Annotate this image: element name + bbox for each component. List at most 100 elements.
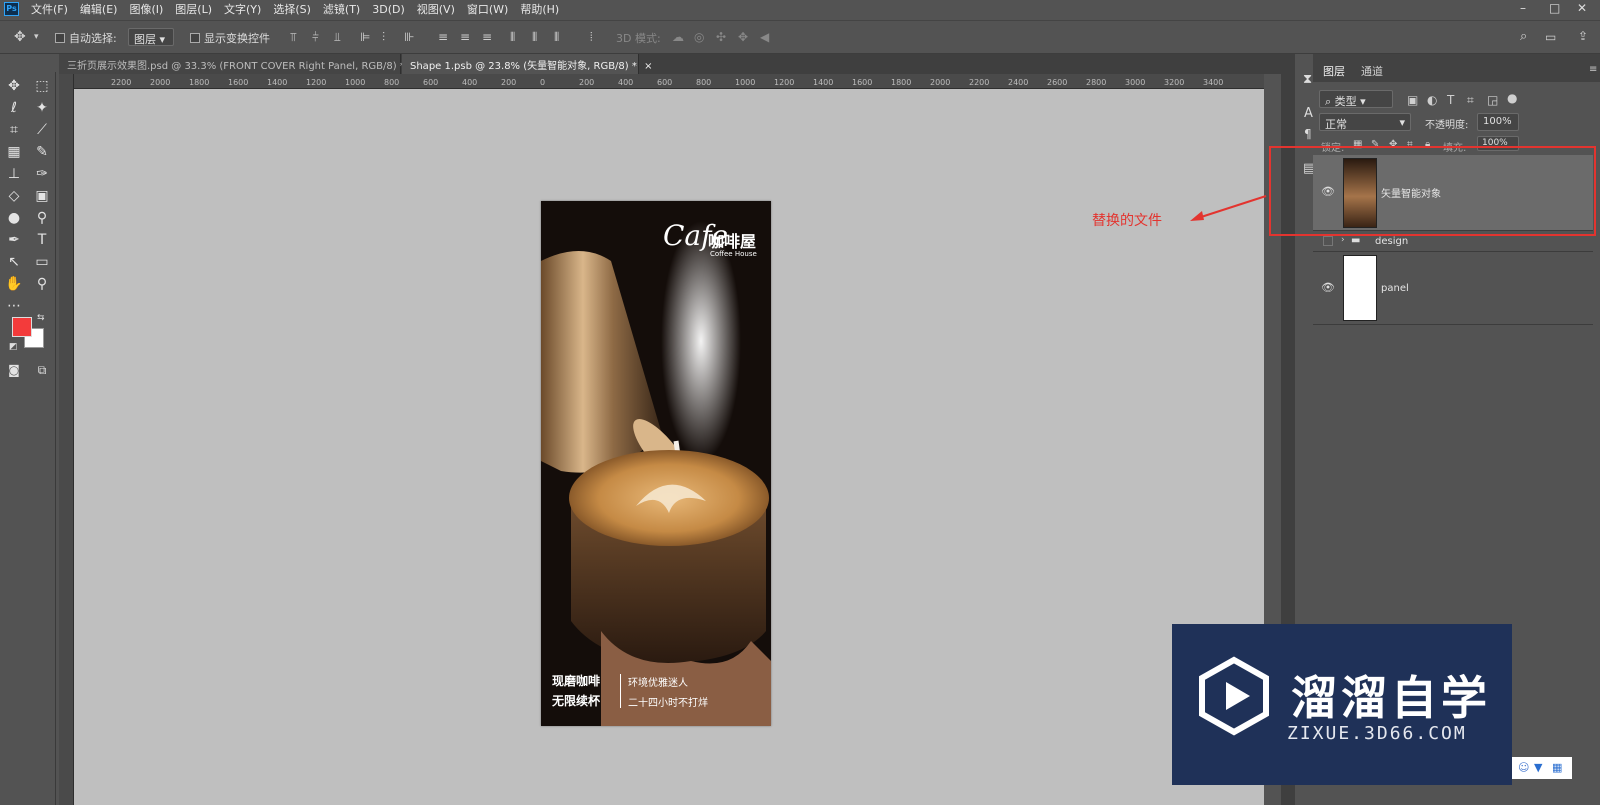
- expand-chevron-icon[interactable]: ›: [1341, 235, 1345, 245]
- history-brush-icon[interactable]: ✑: [30, 164, 54, 184]
- panel-menu-icon[interactable]: ≡: [1589, 64, 1597, 75]
- maximize-button[interactable]: □: [1549, 1, 1560, 15]
- shirt-icon[interactable]: ▼: [1534, 761, 1542, 774]
- filter-toggle-icon[interactable]: ●: [1507, 91, 1517, 105]
- default-colors-icon[interactable]: ◩: [9, 342, 18, 352]
- layer-filter-dropdown[interactable]: ⌕ 类型 ▾: [1319, 90, 1393, 108]
- tab-layers[interactable]: 图层: [1323, 63, 1345, 79]
- auto-select-checkbox[interactable]: 自动选择:: [55, 30, 117, 46]
- filter-type-icon[interactable]: T: [1447, 93, 1454, 107]
- tab-channels[interactable]: 通道: [1361, 63, 1383, 79]
- distribute-hcenter-icon[interactable]: ⦀: [532, 30, 537, 44]
- layer-row-panel[interactable]: 👁︎ panel: [1313, 253, 1593, 325]
- tab-shape-psb[interactable]: Shape 1.psb @ 23.8% (矢量智能对象, RGB/8) * ×: [402, 54, 652, 74]
- menu-view[interactable]: 视图(V): [411, 1, 461, 17]
- chevron-down-icon[interactable]: ▾: [34, 30, 39, 44]
- menu-3d[interactable]: 3D(D): [366, 3, 411, 16]
- stamp-tool-icon[interactable]: ⊥: [2, 164, 26, 184]
- eraser-tool-icon[interactable]: ◇: [2, 186, 26, 206]
- user-icon[interactable]: ☺: [1518, 761, 1529, 774]
- move-tool-icon[interactable]: ✥: [14, 30, 26, 44]
- filter-adjustment-icon[interactable]: ◐: [1427, 93, 1437, 107]
- share-icon[interactable]: ⇪: [1578, 29, 1588, 43]
- visibility-eye-icon[interactable]: 👁︎: [1321, 281, 1335, 294]
- swap-colors-icon[interactable]: ⇆: [37, 313, 45, 323]
- paragraph-panel-icon[interactable]: ¶: [1304, 127, 1312, 141]
- align-vcenter-icon[interactable]: ⫩: [312, 30, 319, 44]
- move-tool-icon[interactable]: ✥: [2, 76, 26, 96]
- filter-shape-icon[interactable]: ⌗: [1467, 93, 1474, 107]
- healing-brush-icon[interactable]: ▦: [2, 142, 26, 162]
- brush-tool-icon[interactable]: ✎: [30, 142, 54, 162]
- distribute-vcenter-icon[interactable]: ≡: [460, 30, 470, 44]
- opacity-input[interactable]: 100%: [1477, 113, 1519, 131]
- gradient-tool-icon[interactable]: ▣: [30, 186, 54, 206]
- align-bottom-icon[interactable]: ⫫: [334, 30, 341, 44]
- menu-select[interactable]: 选择(S): [267, 1, 317, 17]
- tab-brochure-psd[interactable]: 三折页展示效果图.psd @ 33.3% (FRONT COVER Right …: [59, 54, 420, 74]
- artwork-document[interactable]: Cafe 咖啡屋 Coffee House 现磨咖啡 无限续杯 环境优雅迷人 二…: [541, 201, 771, 726]
- auto-align-icon[interactable]: ⦙: [590, 30, 593, 44]
- hand-tool-icon[interactable]: ✋: [2, 274, 26, 294]
- magic-wand-icon[interactable]: ✦: [30, 98, 54, 118]
- distribute-left-icon[interactable]: ⦀: [510, 30, 515, 44]
- align-hcenter-icon[interactable]: ⫶: [382, 30, 385, 44]
- options-bar: ✥ ▾ 自动选择: 图层 ▾ 显示变换控件 ⫪ ⫩ ⫫ ⊫ ⫶ ⊪ ≡ ≡ ≡ …: [0, 20, 1600, 54]
- character-panel-icon[interactable]: A: [1304, 106, 1313, 121]
- blur-tool-icon[interactable]: ●: [2, 208, 26, 228]
- status-icons-tray: ☺ ▼ ▦: [1512, 757, 1572, 779]
- 3d-orbit-icon[interactable]: ☁: [672, 30, 684, 44]
- visibility-toggle-empty[interactable]: [1323, 236, 1333, 246]
- screen-mode-icon[interactable]: ⧉: [30, 360, 54, 380]
- distribute-top-icon[interactable]: ≡: [438, 30, 448, 44]
- distribute-bottom-icon[interactable]: ≡: [482, 30, 492, 44]
- auto-select-value: 图层: [134, 33, 156, 46]
- auto-select-dropdown[interactable]: 图层 ▾: [128, 28, 174, 46]
- lasso-tool-icon[interactable]: ℓ: [2, 98, 26, 118]
- align-left-icon[interactable]: ⊫: [360, 30, 370, 44]
- 3d-slide-icon[interactable]: ✥: [738, 30, 748, 44]
- history-panel-icon[interactable]: ⧗: [1303, 72, 1312, 87]
- menu-file[interactable]: 文件(F): [25, 1, 74, 17]
- photoshop-logo: Ps: [4, 2, 19, 16]
- 3d-roll-icon[interactable]: ◎: [694, 30, 704, 44]
- quick-mask-icon[interactable]: ◙: [2, 360, 26, 380]
- 3d-drag-icon[interactable]: ✣: [716, 30, 726, 44]
- rectangle-tool-icon[interactable]: ▭: [30, 252, 54, 272]
- type-tool-icon[interactable]: T: [30, 230, 54, 250]
- foreground-color-swatch[interactable]: [12, 317, 32, 337]
- align-right-icon[interactable]: ⊪: [404, 30, 414, 44]
- menu-type[interactable]: 文字(Y): [218, 1, 267, 17]
- path-select-icon[interactable]: ↖: [2, 252, 26, 272]
- grid-icon[interactable]: ▦: [1552, 761, 1562, 774]
- ruler-tick-label: 400: [618, 78, 634, 87]
- close-tab-icon[interactable]: ×: [644, 61, 652, 72]
- more-tools-icon[interactable]: ⋯: [2, 296, 26, 316]
- zoom-tool-icon[interactable]: ⚲: [30, 274, 54, 294]
- menu-edit[interactable]: 编辑(E): [74, 1, 124, 17]
- 3d-scale-icon[interactable]: ◀: [760, 30, 769, 44]
- layer-name: panel: [1381, 283, 1409, 294]
- eyedropper-icon[interactable]: ⟋: [30, 120, 54, 140]
- filter-smart-object-icon[interactable]: ◲: [1487, 93, 1498, 107]
- marquee-tool-icon[interactable]: ⬚: [30, 76, 54, 96]
- crop-tool-icon[interactable]: ⌗: [2, 120, 26, 140]
- search-icon[interactable]: ⌕: [1520, 30, 1527, 44]
- show-transform-label: 显示变换控件: [204, 32, 270, 45]
- menu-window[interactable]: 窗口(W): [461, 1, 514, 17]
- workspace-icon[interactable]: ▭: [1545, 30, 1556, 44]
- tab-label: Shape 1.psb @ 23.8% (矢量智能对象, RGB/8) *: [410, 61, 637, 72]
- menu-help[interactable]: 帮助(H): [514, 1, 565, 17]
- menu-image[interactable]: 图像(I): [123, 1, 169, 17]
- menu-filter[interactable]: 滤镜(T): [317, 1, 366, 17]
- filter-pixel-icon[interactable]: ▣: [1407, 93, 1418, 107]
- minimize-button[interactable]: –: [1520, 1, 1526, 15]
- pen-tool-icon[interactable]: ✒: [2, 230, 26, 250]
- close-button[interactable]: ✕: [1577, 1, 1587, 15]
- blend-mode-dropdown[interactable]: 正常 ▾: [1319, 113, 1411, 131]
- show-transform-checkbox[interactable]: 显示变换控件: [190, 30, 270, 46]
- dodge-tool-icon[interactable]: ⚲: [30, 208, 54, 228]
- distribute-right-icon[interactable]: ⦀: [554, 30, 559, 44]
- align-top-icon[interactable]: ⫪: [290, 30, 297, 44]
- menu-layer[interactable]: 图层(L): [169, 1, 218, 17]
